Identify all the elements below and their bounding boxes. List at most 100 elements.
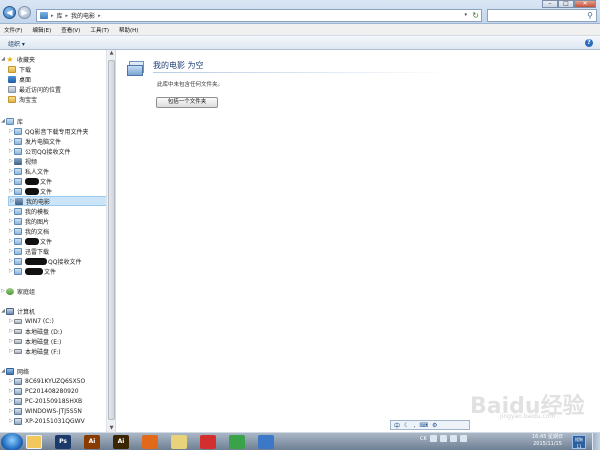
sidebar-item-library[interactable]: ▷ 文件	[8, 186, 52, 196]
sidebar-label: 视频	[25, 158, 38, 166]
organize-button[interactable]: 组织 ▾	[8, 39, 25, 48]
taskbar-app-red-icon[interactable]	[200, 435, 216, 449]
sidebar-item-downloads[interactable]: 下载	[8, 64, 31, 74]
ime-toolbar[interactable]: 中 ☾ , ⌨ ⚙	[390, 420, 470, 430]
sidebar-item-recent-places[interactable]: 最近访问的位置	[8, 84, 61, 94]
window-controls: – □ ✕	[542, 0, 596, 8]
sidebar-label: XP-20151031QGWV	[25, 417, 85, 425]
sidebar-item-library[interactable]: ▷ QQ接收文件	[8, 256, 81, 266]
tray-icon[interactable]	[429, 435, 437, 442]
library-large-icon	[127, 59, 147, 77]
sidebar-network[interactable]: ◢ 网络	[0, 366, 29, 376]
sidebar-scrollbar[interactable]: ▲ ▼	[106, 50, 115, 432]
taskbar-firefox-icon[interactable]	[142, 435, 158, 449]
taskbar-app-green-icon[interactable]	[229, 435, 245, 449]
sidebar-item-drive-c[interactable]: ▷ WIN7 (C:)	[8, 316, 54, 326]
sidebar-label: 家庭组	[17, 288, 36, 296]
sidebar-item-drive-e[interactable]: ▷ 本地磁盘 (E:)	[8, 336, 61, 346]
clock[interactable]: 16:45 星期日 2015/11/15	[532, 434, 563, 448]
library-icon	[14, 157, 22, 165]
sidebar-item-taobao[interactable]: 淘宝宝	[8, 94, 37, 104]
taskbar-illustrator-2-icon[interactable]: Ai	[113, 435, 129, 449]
sidebar-item-drive-f[interactable]: ▷ 本地磁盘 (F:)	[8, 346, 61, 356]
address-bar[interactable]: ▸ 库 ▸ 我的电影 ▸ ▾ ↻	[36, 9, 482, 22]
sidebar-item-library[interactable]: ▷ 文件	[8, 176, 52, 186]
sidebar-item-library[interactable]: ▷ 我的电影	[8, 196, 114, 206]
library-icon	[14, 177, 22, 185]
menu-edit[interactable]: 编辑(E)	[32, 26, 51, 34]
sidebar-item-library[interactable]: ▷ 视频	[8, 156, 37, 166]
sidebar-label: WIN7 (C:)	[25, 317, 54, 325]
library-icon	[14, 237, 22, 245]
forward-button[interactable]: ▶	[18, 6, 31, 19]
include-folder-button[interactable]: 包括一个文件夹	[156, 97, 218, 108]
library-icon	[15, 197, 23, 205]
network-computer-icon	[14, 407, 22, 415]
sidebar-label: 我的文档	[25, 228, 50, 236]
drive-icon	[14, 338, 22, 344]
sidebar-item-network-pc[interactable]: ▷ PC-20150918SHXB	[8, 396, 82, 406]
sidebar-item-library[interactable]: ▷ 私人文件	[8, 166, 49, 176]
library-icon	[14, 137, 22, 145]
library-icon	[14, 227, 22, 235]
sidebar-item-library[interactable]: ▷ QQ影音下载专用文件夹	[8, 126, 88, 136]
settings-icon[interactable]: ⚙	[432, 422, 437, 429]
help-icon[interactable]: ?	[585, 39, 593, 47]
tray-icon[interactable]	[439, 435, 447, 442]
taskbar-windows-explorer-icon[interactable]	[26, 435, 42, 449]
sidebar-label: 我的图片	[25, 218, 50, 226]
taskbar-illustrator-icon[interactable]: Ai	[84, 435, 100, 449]
show-desktop-button[interactable]	[592, 433, 600, 450]
sidebar-item-drive-d[interactable]: ▷ 本地磁盘 (D:)	[8, 326, 62, 336]
menu-file[interactable]: 文件(F)	[4, 26, 22, 34]
taskbar-folder-icon[interactable]	[171, 435, 187, 449]
breadcrumb-my-movies[interactable]: 我的电影	[71, 11, 95, 20]
refresh-icon[interactable]: ↻	[472, 11, 479, 20]
network-status-icon[interactable]	[459, 435, 467, 442]
moon-icon[interactable]: ☾	[404, 422, 409, 429]
menu-help[interactable]: 帮助(H)	[119, 26, 138, 34]
chevron-down-icon[interactable]: ▾	[464, 12, 467, 18]
sidebar-item-library[interactable]: ▷ 我的模板	[8, 206, 49, 216]
minimize-button[interactable]: –	[542, 0, 558, 8]
library-icon	[14, 187, 22, 195]
sidebar-item-library[interactable]: ▷ 公司QQ接收文件	[8, 146, 70, 156]
search-input[interactable]: ⚲	[487, 9, 597, 22]
sidebar-item-library[interactable]: ▷ 发片电脑文件	[8, 136, 61, 146]
sidebar-item-network-pc[interactable]: ▷ XP-20151031QGWV	[8, 416, 85, 426]
taskbar-app-blue-icon[interactable]	[258, 435, 274, 449]
volume-icon[interactable]	[449, 435, 457, 442]
start-button[interactable]	[1, 433, 23, 450]
sidebar-item-network-pc[interactable]: ▷ PC201408280920	[8, 386, 79, 396]
taskbar-photoshop-icon[interactable]: Ps	[55, 435, 71, 449]
sidebar-item-network-pc[interactable]: ▷ WINDOWS-JTJ5S5N	[8, 406, 82, 416]
ime-mode[interactable]: 中	[394, 421, 400, 430]
sidebar-item-library[interactable]: ▷ 我的图片	[8, 216, 49, 226]
sidebar-item-library[interactable]: ▷ 我的文档	[8, 226, 49, 236]
sidebar-favorites[interactable]: ◢ ★ 收藏夹	[0, 54, 35, 64]
menu-view[interactable]: 查看(V)	[61, 26, 80, 34]
search-icon[interactable]: ⚲	[587, 11, 593, 20]
sidebar-item-network-pc[interactable]: ▷ 8C691KYUZQ6SX5O	[8, 376, 85, 386]
sidebar-computer[interactable]: ◢ 计算机	[0, 306, 35, 316]
sidebar-item-library[interactable]: ▷ 文件	[8, 236, 52, 246]
sidebar-homegroup[interactable]: ▷ 家庭组	[0, 286, 35, 296]
back-button[interactable]: ◀	[3, 6, 16, 19]
content-pane: 我的电影 为空 此库中未包含任何文件夹。 包括一个文件夹	[117, 50, 600, 432]
sidebar-item-library[interactable]: ▷ 文件	[8, 266, 56, 276]
network-icon	[6, 367, 14, 375]
sidebar-item-desktop[interactable]: 桌面	[8, 74, 31, 84]
maximize-button[interactable]: □	[558, 0, 574, 8]
breadcrumb-libraries[interactable]: 库	[57, 11, 63, 20]
sidebar-item-library[interactable]: ▷ 迅雷下载	[8, 246, 49, 256]
keyboard-icon[interactable]: ⌨	[419, 422, 428, 429]
menu-tools[interactable]: 工具(T)	[90, 26, 109, 34]
scroll-thumb[interactable]	[108, 60, 115, 420]
ime-badge[interactable]: 搜狗 11	[572, 435, 586, 449]
close-button[interactable]: ✕	[574, 0, 596, 8]
sidebar-libraries[interactable]: ◢ 库	[0, 116, 23, 126]
scroll-up-arrow-icon[interactable]: ▲	[108, 50, 115, 57]
scroll-down-arrow-icon[interactable]: ▼	[108, 425, 115, 432]
punctuation-icon[interactable]: ,	[413, 422, 415, 429]
input-language[interactable]: CK	[420, 436, 427, 442]
